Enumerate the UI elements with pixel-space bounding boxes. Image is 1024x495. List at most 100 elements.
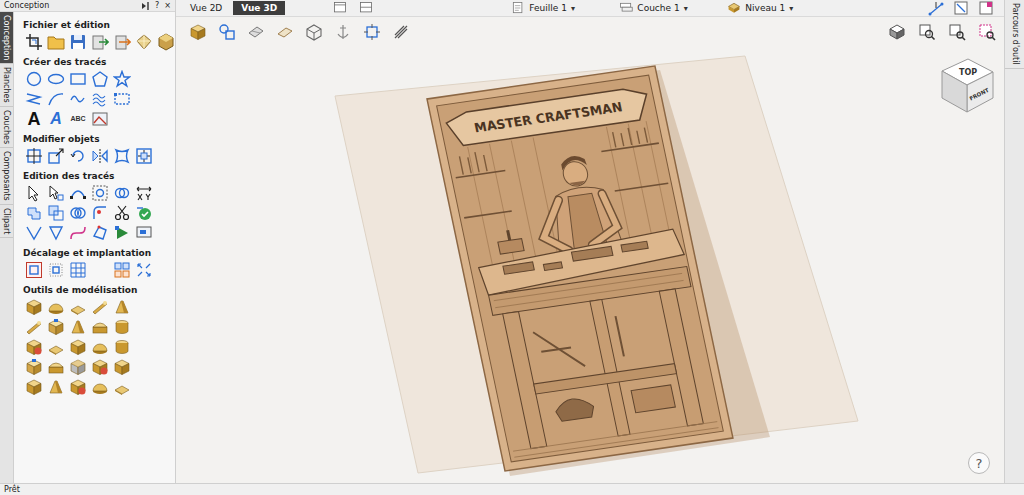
rect-tool-icon[interactable] bbox=[69, 70, 87, 88]
crop-tool-icon[interactable] bbox=[25, 33, 43, 51]
poly2-tool-icon[interactable] bbox=[91, 224, 109, 242]
dotted-tool-icon[interactable] bbox=[47, 261, 65, 279]
view-box-icon[interactable] bbox=[305, 23, 323, 41]
move-tool-icon[interactable] bbox=[25, 147, 43, 165]
g3-tool-icon[interactable] bbox=[69, 298, 87, 316]
view-tab[interactable]: Vue 2D bbox=[182, 1, 230, 15]
g2-tool-icon[interactable] bbox=[91, 338, 109, 356]
g4-tool-icon[interactable] bbox=[91, 298, 109, 316]
fillet-tool-icon[interactable] bbox=[91, 204, 109, 222]
g7-tool-icon[interactable] bbox=[47, 358, 65, 376]
g5-tool-icon[interactable] bbox=[69, 318, 87, 336]
scene-render[interactable]: MASTER CRAFTSMAN bbox=[176, 47, 1004, 483]
arc-tool-icon[interactable] bbox=[47, 90, 65, 108]
zoom-fit-icon[interactable] bbox=[948, 23, 966, 41]
zoom-selection-icon[interactable] bbox=[978, 23, 996, 41]
export-tool-icon[interactable] bbox=[113, 33, 131, 51]
g9-tool-icon[interactable] bbox=[113, 318, 131, 336]
bez-tool-icon[interactable] bbox=[69, 224, 87, 242]
g8-tool-icon[interactable] bbox=[25, 338, 43, 356]
save-tool-icon[interactable] bbox=[69, 33, 87, 51]
side-tab[interactable]: Conception bbox=[0, 12, 13, 64]
nodes-tool-icon[interactable] bbox=[69, 184, 87, 202]
waves-tool-icon[interactable] bbox=[91, 90, 109, 108]
sheet-icon[interactable] bbox=[511, 1, 525, 15]
g7-tool-icon[interactable] bbox=[91, 318, 109, 336]
snap-icon[interactable] bbox=[928, 0, 944, 16]
align-tool-icon[interactable] bbox=[135, 147, 153, 165]
side-tab[interactable]: Composants bbox=[0, 148, 13, 205]
show-objects-icon[interactable] bbox=[218, 23, 236, 41]
screen-tool-icon[interactable] bbox=[135, 224, 153, 242]
mirror-tool-icon[interactable] bbox=[91, 147, 109, 165]
g3-tool-icon[interactable] bbox=[47, 338, 65, 356]
g1-tool-icon[interactable] bbox=[113, 358, 131, 376]
import-tool-icon[interactable] bbox=[91, 33, 109, 51]
show-cube-icon[interactable] bbox=[189, 23, 207, 41]
window-mode-icon[interactable] bbox=[978, 0, 994, 16]
rotate-tool-icon[interactable] bbox=[69, 147, 87, 165]
inter-tool-icon[interactable] bbox=[69, 204, 87, 222]
gem-tool-icon[interactable] bbox=[135, 33, 153, 51]
g6-tool-icon[interactable] bbox=[25, 358, 43, 376]
play-tool-icon[interactable] bbox=[113, 224, 131, 242]
g8-tool-icon[interactable] bbox=[69, 378, 87, 396]
g8-tool-icon[interactable] bbox=[91, 358, 109, 376]
pent-tool-icon[interactable] bbox=[91, 70, 109, 88]
distort-tool-icon[interactable] bbox=[113, 147, 131, 165]
top-face-label[interactable]: TOP bbox=[959, 68, 977, 77]
dashrect-tool-icon[interactable] bbox=[113, 90, 131, 108]
g10-tool-icon[interactable] bbox=[69, 358, 87, 376]
cursor-tool-icon[interactable] bbox=[25, 184, 43, 202]
side-tab[interactable]: Couches bbox=[0, 107, 13, 148]
g1-tool-icon[interactable] bbox=[25, 378, 43, 396]
g9-tool-icon[interactable] bbox=[113, 338, 131, 356]
iso-view-icon[interactable] bbox=[888, 23, 906, 41]
close-button[interactable]: × bbox=[164, 1, 171, 10]
g5-tool-icon[interactable] bbox=[47, 378, 65, 396]
weld-tool-icon[interactable] bbox=[113, 184, 131, 202]
dashsel-tool-icon[interactable] bbox=[91, 184, 109, 202]
g3-tool-icon[interactable] bbox=[113, 378, 131, 396]
check-tool-icon[interactable] bbox=[135, 204, 153, 222]
toolpath-tab[interactable]: Parcours d'outil bbox=[1005, 0, 1024, 69]
layer-dropdown[interactable]: Couche 1▾ bbox=[619, 1, 727, 15]
gold-tool-icon[interactable] bbox=[157, 33, 175, 51]
text-on-curve-tool[interactable]: ABC bbox=[70, 110, 85, 128]
g5-tool-icon[interactable] bbox=[113, 298, 131, 316]
sheet-dropdown[interactable]: Feuille 1▾ bbox=[511, 1, 619, 15]
g4-tool-icon[interactable] bbox=[25, 318, 43, 336]
anchor-icon[interactable] bbox=[334, 23, 352, 41]
side-tab[interactable]: Clipart bbox=[0, 205, 13, 238]
front-face-label[interactable]: FRONT bbox=[968, 87, 990, 102]
tri-tool-icon[interactable] bbox=[47, 224, 65, 242]
3d-viewport[interactable]: MASTER CRAFTSMANTOP FRONT? bbox=[176, 47, 1004, 483]
view-tab[interactable]: Vue 3D bbox=[233, 1, 285, 15]
help-button[interactable]: ? bbox=[155, 1, 159, 10]
zig-tool-icon[interactable] bbox=[25, 90, 43, 108]
nodecur-tool-icon[interactable] bbox=[47, 184, 65, 202]
single-view-layout-icon[interactable] bbox=[332, 1, 348, 15]
zoom-window-icon[interactable] bbox=[918, 23, 936, 41]
vee-tool-icon[interactable] bbox=[25, 224, 43, 242]
material-icon[interactable] bbox=[276, 23, 294, 41]
help-button[interactable]: ? bbox=[968, 452, 990, 474]
vector-view-icon[interactable] bbox=[953, 0, 969, 16]
union-tool-icon[interactable] bbox=[25, 204, 43, 222]
wireframe-icon[interactable] bbox=[247, 23, 265, 41]
star-tool-icon[interactable] bbox=[113, 70, 131, 88]
folder-tool-icon[interactable] bbox=[47, 33, 65, 51]
hatch-icon[interactable] bbox=[392, 23, 410, 41]
arrows-tool-icon[interactable] bbox=[135, 261, 153, 279]
xy-tool-icon[interactable] bbox=[135, 184, 153, 202]
g1-tool-icon[interactable] bbox=[25, 298, 43, 316]
g1-tool-icon[interactable] bbox=[69, 338, 87, 356]
offsetsel-tool-icon[interactable] bbox=[25, 261, 43, 279]
pin-panel-icon[interactable] bbox=[140, 1, 150, 11]
fit-icon[interactable] bbox=[363, 23, 381, 41]
text-tool[interactable]: A bbox=[28, 110, 41, 128]
img-tool-icon[interactable] bbox=[91, 110, 109, 128]
dcab-tool-icon[interactable] bbox=[113, 261, 131, 279]
ellipse-tool-icon[interactable] bbox=[47, 70, 65, 88]
circle-tool-icon[interactable] bbox=[25, 70, 43, 88]
